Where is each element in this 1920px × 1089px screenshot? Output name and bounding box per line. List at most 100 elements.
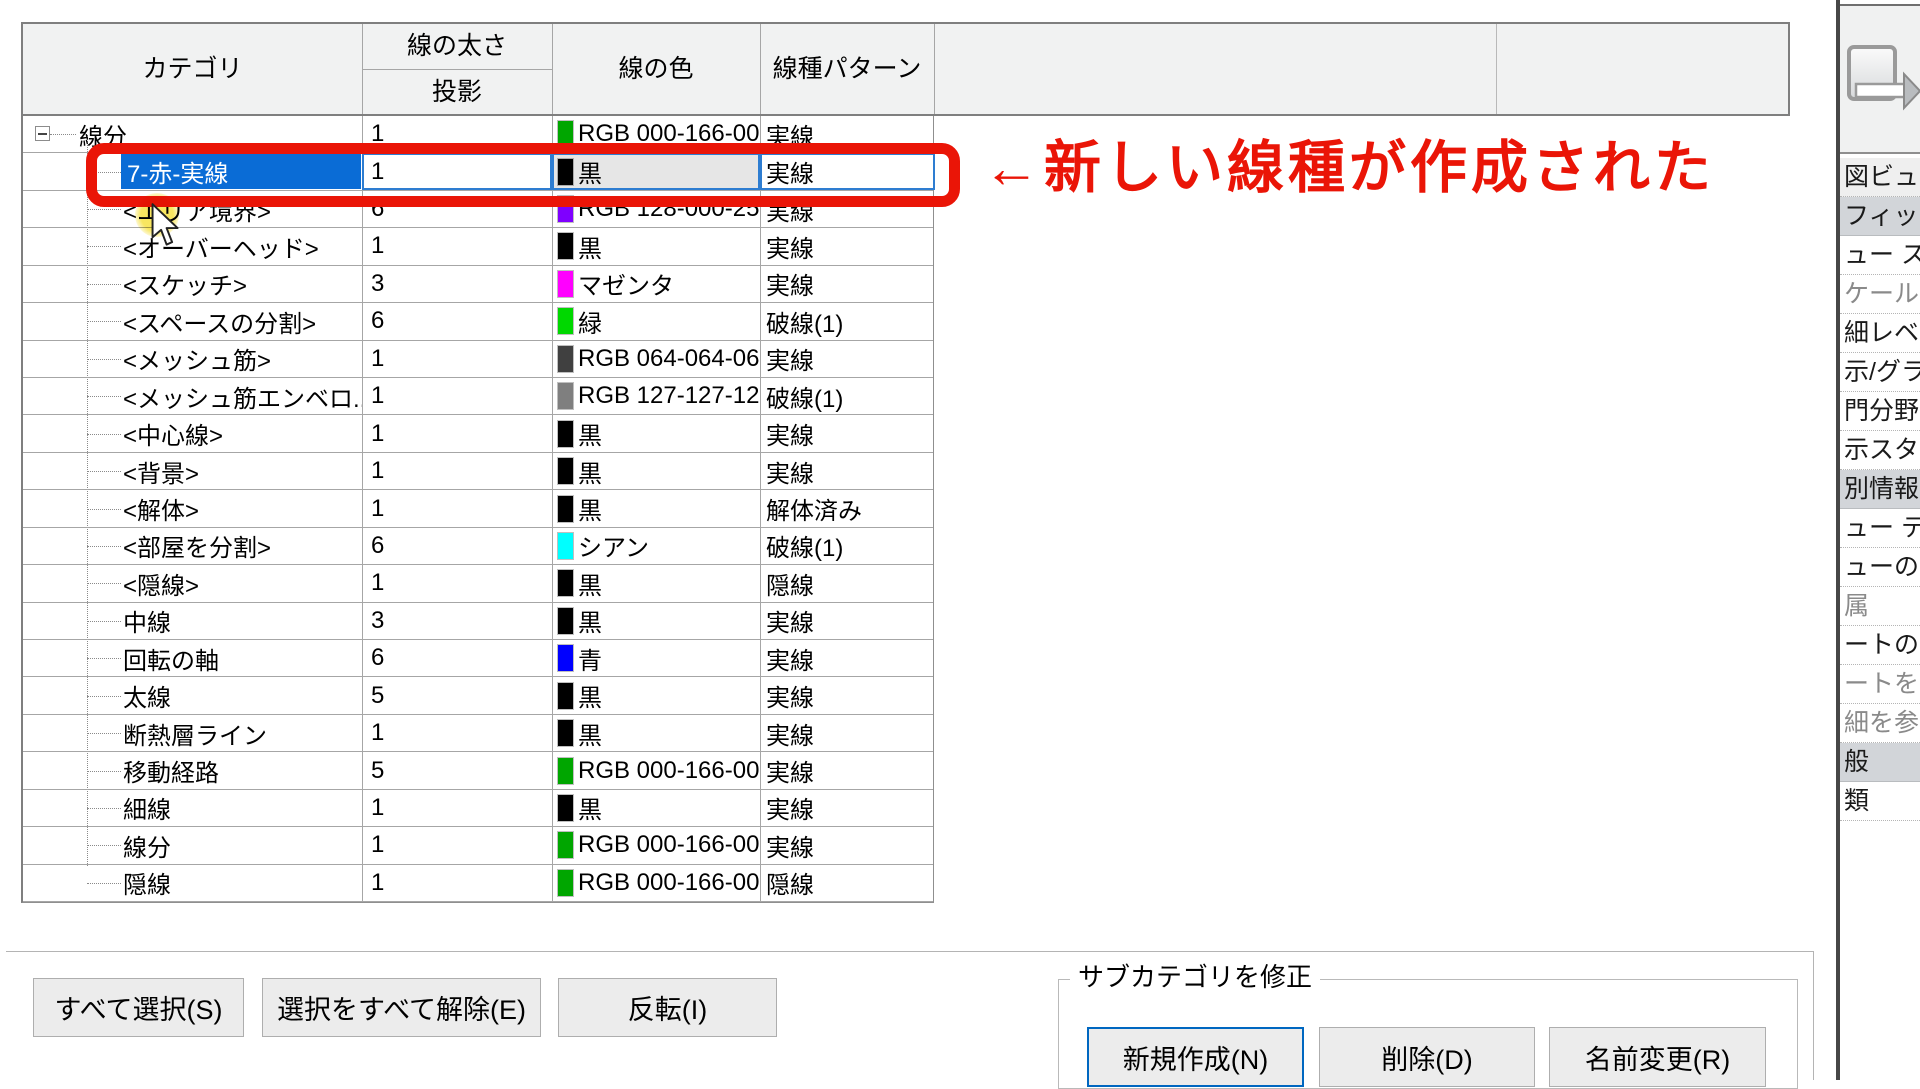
palette-row[interactable]: 示スタイ — [1840, 431, 1920, 470]
line-color-cell[interactable]: 黒 — [552, 490, 760, 526]
line-weight-cell[interactable]: 1 — [362, 827, 552, 863]
table-row[interactable]: <解体>1黒解体済み — [23, 490, 933, 527]
line-pattern-cell[interactable]: 実線 — [760, 715, 935, 751]
palette-row[interactable]: 細レベル — [1840, 314, 1920, 353]
line-weight-cell[interactable]: 1 — [362, 116, 552, 152]
line-pattern-cell[interactable]: 実線 — [760, 415, 935, 451]
delete-subcategory-button[interactable]: 削除(D) — [1319, 1027, 1535, 1087]
line-pattern-cell[interactable]: 実線 — [760, 603, 935, 639]
category-cell[interactable]: <背景> — [23, 453, 362, 489]
category-cell[interactable]: 太線 — [23, 677, 362, 713]
table-row[interactable]: 移動経路5RGB 000-166-00実線 — [23, 752, 933, 789]
category-cell[interactable]: 回転の軸 — [23, 640, 362, 676]
table-row[interactable]: <スケッチ>3マゼンタ実線 — [23, 266, 933, 303]
rename-subcategory-button[interactable]: 名前変更(R) — [1549, 1027, 1766, 1087]
category-cell[interactable]: <メッシュ筋> — [23, 341, 362, 377]
line-color-cell[interactable]: RGB 128-000-25 — [552, 191, 760, 227]
line-pattern-cell[interactable]: 破線(1) — [760, 303, 935, 339]
palette-row[interactable]: ュー スケ — [1840, 236, 1920, 275]
line-weight-cell[interactable]: 1 — [362, 341, 552, 377]
invert-selection-button[interactable]: 反転(I) — [558, 978, 777, 1037]
line-pattern-cell[interactable]: 実線 — [760, 827, 935, 863]
export-sheet-icon[interactable] — [1846, 42, 1920, 114]
line-color-cell[interactable]: シアン — [552, 528, 760, 564]
tree-collapse-icon[interactable] — [35, 126, 50, 141]
line-pattern-cell[interactable]: 破線(1) — [760, 378, 935, 414]
line-weight-cell[interactable]: 1 — [362, 490, 552, 526]
category-cell[interactable]: <部屋を分割> — [23, 528, 362, 564]
table-row[interactable]: 線分1RGB 000-166-00実線 — [23, 116, 933, 153]
table-row[interactable]: <隠線>1黒隠線 — [23, 565, 933, 602]
line-color-cell[interactable]: RGB 000-166-00 — [552, 116, 760, 152]
category-cell[interactable]: <隠線> — [23, 565, 362, 601]
line-pattern-cell[interactable]: 実線 — [760, 752, 935, 788]
line-weight-cell[interactable]: 6 — [362, 191, 552, 227]
line-pattern-cell[interactable]: 実線 — [760, 116, 935, 152]
line-pattern-cell[interactable]: 実線 — [760, 453, 935, 489]
line-color-cell[interactable]: 黒 — [552, 715, 760, 751]
line-color-cell[interactable]: RGB 000-166-00 — [552, 827, 760, 863]
palette-row[interactable]: 別情報 — [1840, 470, 1920, 509]
line-color-cell[interactable]: 黒 — [552, 565, 760, 601]
table-row[interactable]: 太線5黒実線 — [23, 677, 933, 714]
line-pattern-cell[interactable]: 破線(1) — [760, 528, 935, 564]
palette-row[interactable]: ケールの — [1840, 275, 1920, 314]
line-weight-cell[interactable]: 3 — [362, 266, 552, 302]
line-color-cell[interactable]: RGB 000-166-00 — [552, 865, 760, 901]
palette-row[interactable]: 類 — [1840, 782, 1920, 821]
line-color-cell[interactable]: 黒 — [552, 228, 760, 264]
category-cell[interactable]: <オーバーヘッド> — [23, 228, 362, 264]
category-cell[interactable]: 移動経路 — [23, 752, 362, 788]
line-color-cell[interactable]: 黒 — [552, 603, 760, 639]
line-pattern-cell[interactable]: 解体済み — [760, 490, 935, 526]
palette-row[interactable]: フィックス — [1840, 197, 1920, 236]
line-pattern-cell[interactable]: 実線 — [760, 191, 935, 227]
palette-row[interactable]: ューの名 — [1840, 548, 1920, 587]
palette-row[interactable]: 般 — [1840, 743, 1920, 782]
palette-row[interactable]: 門分野 — [1840, 392, 1920, 431]
palette-row[interactable]: ートのタ — [1840, 626, 1920, 665]
line-weight-cell[interactable]: 1 — [362, 565, 552, 601]
palette-row[interactable]: 図ビュー: — [1840, 158, 1920, 197]
line-color-cell[interactable]: RGB 000-166-00 — [552, 752, 760, 788]
line-color-cell[interactable]: 黒 — [552, 415, 760, 451]
deselect-all-button[interactable]: 選択をすべて解除(E) — [262, 978, 541, 1037]
line-weight-cell[interactable]: 1 — [362, 790, 552, 826]
category-cell[interactable]: <中心線> — [23, 415, 362, 451]
table-row[interactable]: <メッシュ筋エンベロ...1RGB 127-127-12破線(1) — [23, 378, 933, 415]
line-weight-cell[interactable]: 1 — [362, 453, 552, 489]
table-row[interactable]: 線分1RGB 000-166-00実線 — [23, 827, 933, 864]
category-cell[interactable]: 細線 — [23, 790, 362, 826]
table-row[interactable]: <スペースの分割>6緑破線(1) — [23, 303, 933, 340]
table-row[interactable]: 細線1黒実線 — [23, 790, 933, 827]
table-row[interactable]: 断熱層ライン1黒実線 — [23, 715, 933, 752]
category-cell[interactable]: 中線 — [23, 603, 362, 639]
line-pattern-cell[interactable]: 実線 — [760, 640, 935, 676]
line-pattern-cell[interactable]: 実線 — [760, 266, 935, 302]
line-color-cell[interactable]: マゼンタ — [552, 266, 760, 302]
table-row[interactable]: <メッシュ筋>1RGB 064-064-06実線 — [23, 341, 933, 378]
category-cell[interactable]: 線分 — [23, 116, 362, 152]
line-pattern-cell[interactable]: 実線 — [760, 677, 935, 713]
category-cell[interactable]: <メッシュ筋エンベロ... — [23, 378, 362, 414]
category-cell[interactable]: 7-赤-実線 — [23, 153, 362, 189]
category-cell[interactable]: <スペースの分割> — [23, 303, 362, 339]
table-row[interactable]: 隠線1RGB 000-166-00隠線 — [23, 865, 933, 902]
line-weight-cell[interactable]: 1 — [362, 228, 552, 264]
line-color-cell[interactable]: 黒 — [552, 453, 760, 489]
line-color-cell[interactable]: 青 — [552, 640, 760, 676]
category-cell[interactable]: 隠線 — [23, 865, 362, 901]
palette-row[interactable]: 属 — [1840, 587, 1920, 626]
palette-row[interactable]: ートを参 — [1840, 665, 1920, 704]
line-pattern-cell[interactable]: 実線 — [760, 341, 935, 377]
line-weight-cell[interactable]: 1 — [362, 153, 552, 189]
palette-row[interactable]: ュー テン — [1840, 509, 1920, 548]
line-color-cell[interactable]: 黒 — [552, 790, 760, 826]
table-row[interactable]: <部屋を分割>6シアン破線(1) — [23, 528, 933, 565]
line-weight-cell[interactable]: 6 — [362, 640, 552, 676]
table-row[interactable]: <背景>1黒実線 — [23, 453, 933, 490]
line-color-cell[interactable]: RGB 064-064-06 — [552, 341, 760, 377]
line-color-cell[interactable]: 黒 — [552, 677, 760, 713]
line-color-cell[interactable]: RGB 127-127-12 — [552, 378, 760, 414]
line-weight-cell[interactable]: 5 — [362, 752, 552, 788]
